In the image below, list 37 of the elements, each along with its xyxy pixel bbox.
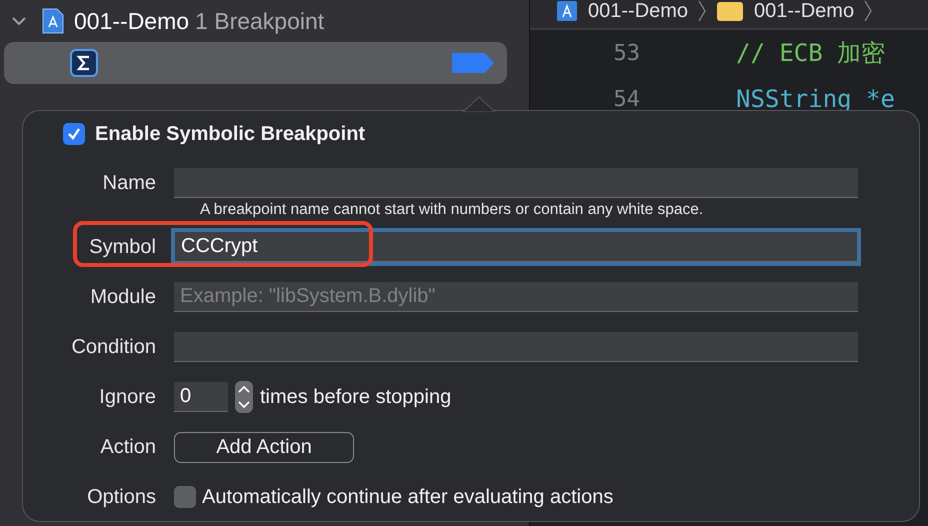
field-label: Options xyxy=(86,486,156,508)
breakpoint-row[interactable] xyxy=(4,42,507,84)
input-field[interactable] xyxy=(174,168,858,198)
app-project-icon xyxy=(556,0,578,22)
enable-label: Enable Symbolic Breakpoint xyxy=(95,122,366,146)
field-label: Action xyxy=(99,436,156,458)
add-action-button[interactable]: Add Action xyxy=(174,432,354,462)
app-project-icon xyxy=(42,8,64,34)
option-text: Automatically continue after evaluating actions xyxy=(202,486,614,508)
code-line: // ECB 加密 xyxy=(736,38,886,69)
code-line: NSString *e xyxy=(736,85,895,113)
input-field[interactable]: CCCrypt xyxy=(175,232,857,262)
input-field[interactable]: Example: "libSystem.B.dylib" xyxy=(174,282,858,312)
stepper-icon[interactable] xyxy=(234,380,254,414)
suffix-text: times before stopping xyxy=(260,386,452,408)
enable-checkbox[interactable] xyxy=(63,123,85,145)
breadcrumb-item[interactable]: 001--Demo xyxy=(588,0,688,22)
sigma-icon xyxy=(70,49,98,77)
field-label: Condition xyxy=(70,336,156,358)
folder-icon xyxy=(716,0,744,22)
line-number: 54 xyxy=(612,86,640,112)
breakpoint-count: 1 Breakpoint xyxy=(195,8,324,34)
field-label: Module xyxy=(89,286,156,308)
input-field[interactable] xyxy=(174,332,858,362)
breadcrumb-item[interactable]: 001--Demo xyxy=(754,0,854,22)
field-label: Symbol xyxy=(88,236,156,258)
line-number: 53 xyxy=(612,40,640,66)
checkmark-icon xyxy=(66,126,82,142)
field-label: Ignore xyxy=(98,386,156,408)
input-field[interactable]: 0 xyxy=(174,382,228,412)
field-label: Name xyxy=(102,172,156,194)
project-name: 001--Demo xyxy=(74,8,190,34)
chevron-right-icon xyxy=(698,0,706,22)
disclosure-chevron-icon[interactable] xyxy=(12,16,26,26)
hint-text: A breakpoint name cannot start with numbers or contain any white space. xyxy=(200,201,704,219)
continue-checkbox[interactable] xyxy=(174,486,196,508)
chevron-right-icon xyxy=(864,0,872,22)
